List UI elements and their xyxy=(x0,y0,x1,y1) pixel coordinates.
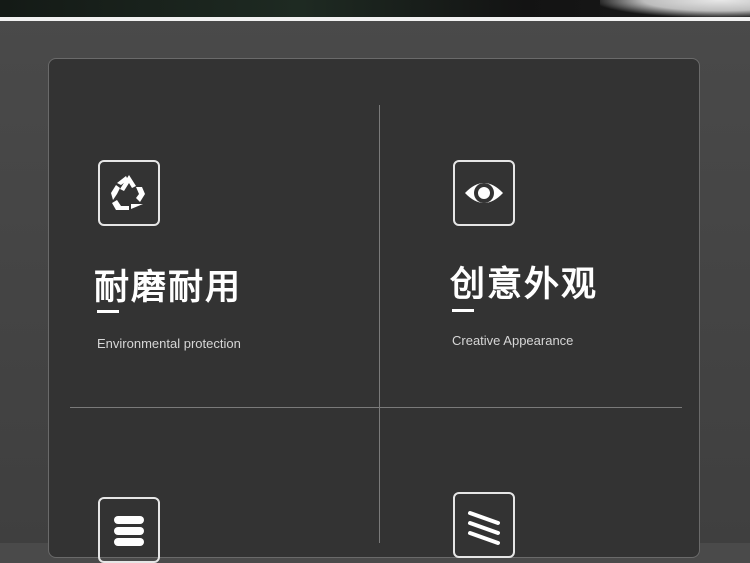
feature-2-dash xyxy=(452,309,474,312)
top-image-highlight xyxy=(600,0,750,17)
eye-icon xyxy=(453,160,515,226)
stack-icon-glyph xyxy=(114,516,144,546)
vertical-divider xyxy=(379,105,380,543)
feature-2-subtitle: Creative Appearance xyxy=(452,333,574,348)
recycle-icon-glyph xyxy=(111,175,145,210)
feature-1-title: 耐磨耐用 xyxy=(94,268,243,307)
stripes-icon-glyph xyxy=(468,511,500,545)
horizontal-divider xyxy=(70,407,682,408)
stripes-icon xyxy=(453,492,515,558)
eye-icon-glyph xyxy=(465,183,503,203)
feature-1-subtitle: Environmental protection xyxy=(97,336,241,351)
top-image-strip xyxy=(0,0,750,17)
top-divider-line xyxy=(0,17,750,21)
recycle-icon xyxy=(98,160,160,226)
stack-icon xyxy=(98,497,160,563)
feature-2-title: 创意外观 xyxy=(450,265,599,304)
feature-1-dash xyxy=(97,310,119,313)
